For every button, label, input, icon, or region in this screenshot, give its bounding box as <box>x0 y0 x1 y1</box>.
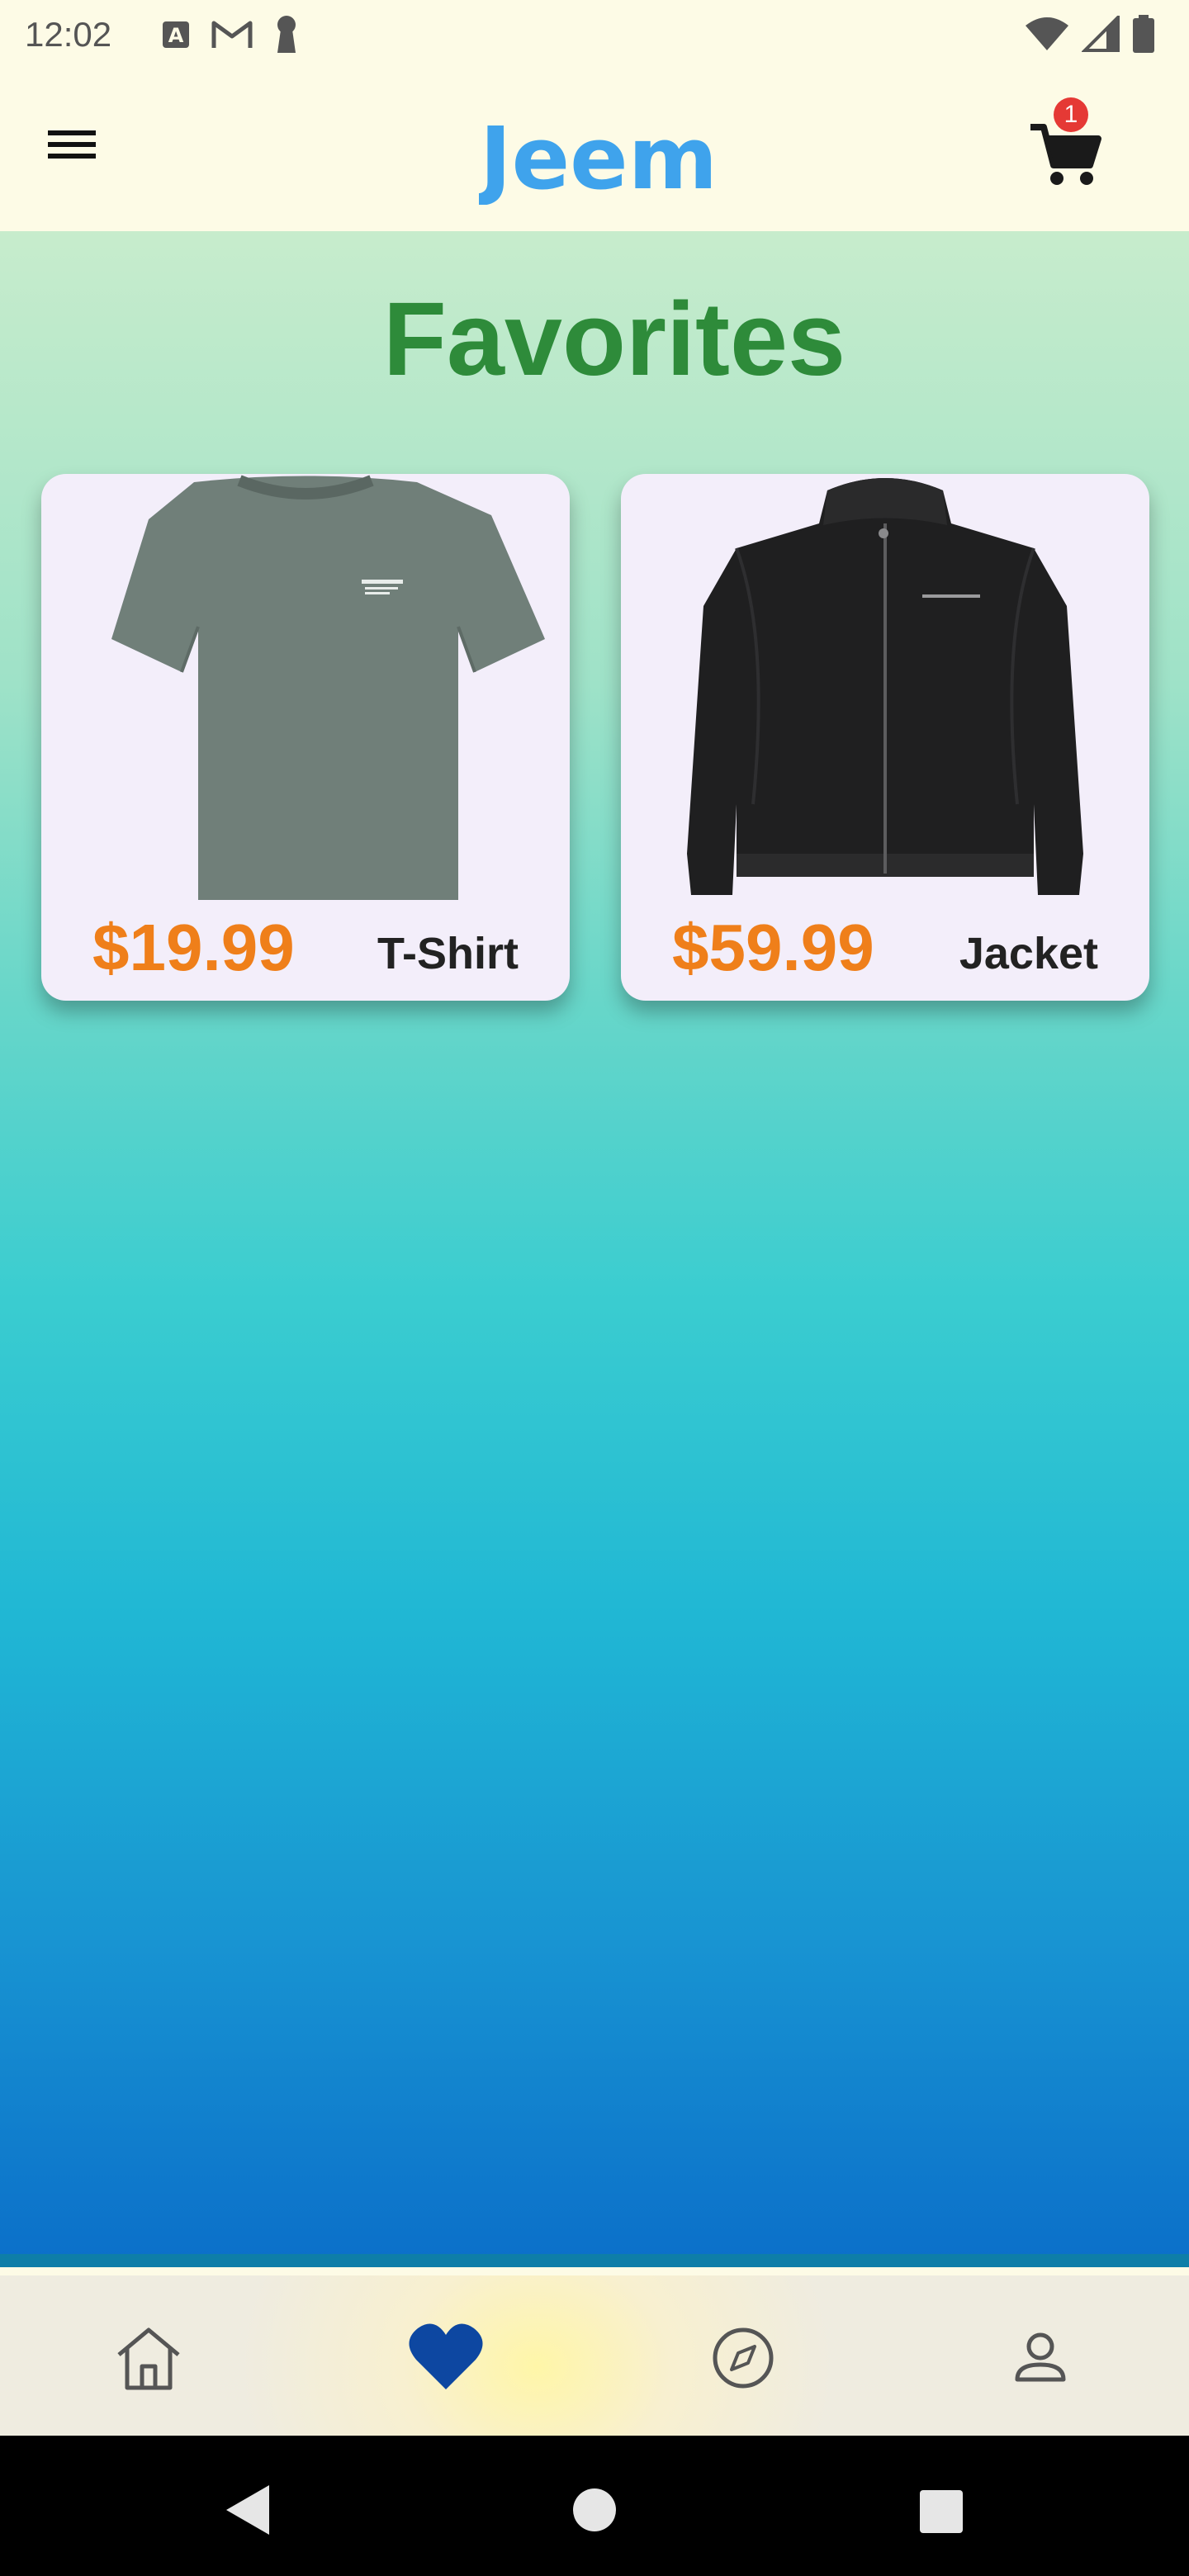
system-home-button[interactable] <box>561 2477 628 2543</box>
svg-text:A: A <box>168 24 184 47</box>
item-name: Jacket <box>959 929 1098 978</box>
recents-icon <box>920 2490 963 2533</box>
heart-icon <box>409 2323 483 2389</box>
cart-count-badge: 1 <box>1054 97 1088 132</box>
menu-button[interactable] <box>43 119 119 185</box>
keyhole-icon <box>274 15 299 59</box>
page-title: Favorites <box>382 281 846 397</box>
nav-favorites[interactable] <box>405 2317 487 2399</box>
compass-icon <box>713 2327 774 2389</box>
nav-profile[interactable] <box>999 2317 1082 2399</box>
jacket-image <box>687 478 1083 895</box>
wifi-icon <box>1024 16 1070 56</box>
status-time: 12:02 <box>25 15 112 54</box>
content-divider <box>0 2254 1189 2267</box>
back-icon <box>226 2485 269 2535</box>
signal-icon <box>1081 13 1120 56</box>
system-back-button[interactable] <box>216 2477 282 2543</box>
favorite-card-tshirt[interactable]: $19.99 T-Shirt <box>41 474 570 1001</box>
bottom-navigation <box>0 2275 1189 2436</box>
gmail-icon <box>211 20 253 54</box>
nav-home[interactable] <box>107 2317 190 2399</box>
logo-text: Jeem <box>479 108 718 205</box>
nav-explore[interactable] <box>702 2317 784 2399</box>
notification-icons: A <box>162 15 299 59</box>
item-price: $19.99 <box>92 911 295 984</box>
font-a-icon: A <box>162 21 190 53</box>
favorite-card-jacket[interactable]: $59.99 Jacket <box>621 474 1149 1001</box>
home-icon <box>117 2327 180 2390</box>
item-name: T-Shirt <box>377 929 519 978</box>
profile-icon <box>1015 2332 1066 2382</box>
battery-icon <box>1131 15 1156 57</box>
tshirt-image <box>111 475 545 900</box>
app-bar: Jeem 1 <box>0 69 1189 231</box>
system-navigation-bar <box>0 2436 1189 2576</box>
system-recents-button[interactable] <box>907 2477 973 2543</box>
system-status-icons <box>1024 13 1156 57</box>
hamburger-menu-icon <box>48 130 96 159</box>
favorites-screen: Favorites $19.99 T-Shirt $59.99 Jacket <box>0 231 1189 2267</box>
item-price: $59.99 <box>672 911 874 984</box>
app-logo: Jeem <box>475 106 718 209</box>
status-bar: 12:02 A <box>0 0 1189 69</box>
home-circle-icon <box>573 2488 616 2531</box>
